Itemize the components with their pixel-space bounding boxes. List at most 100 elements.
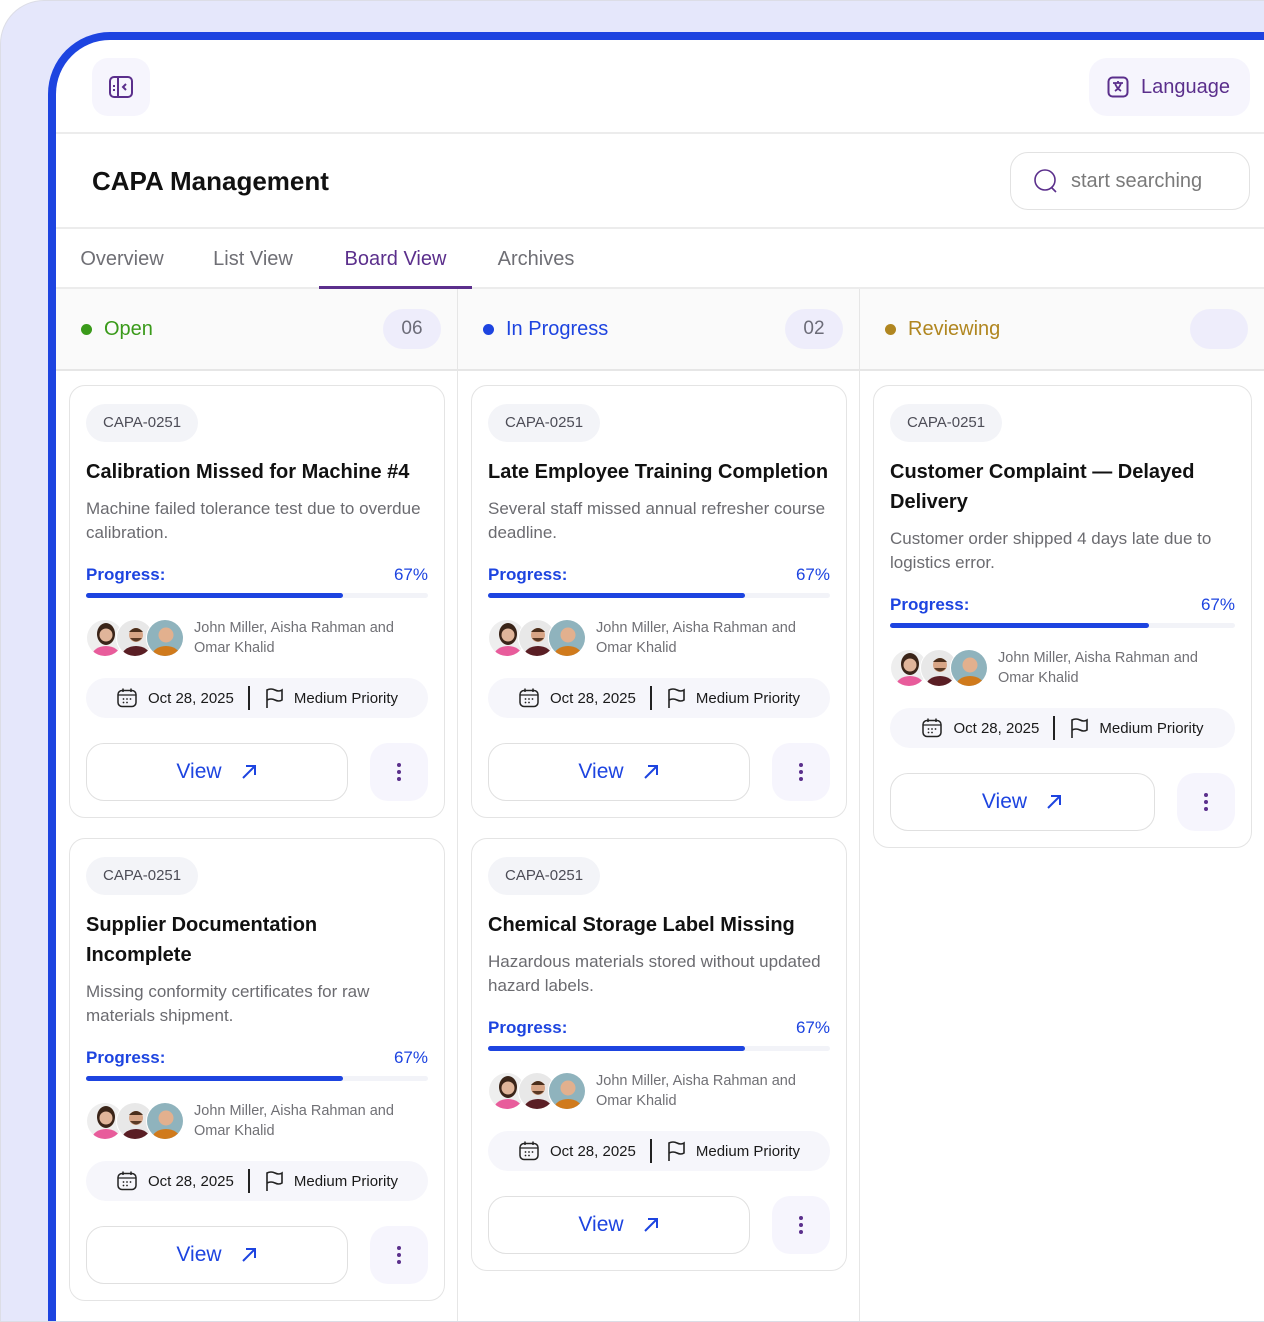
card-description: Several staff missed annual refresher co…: [488, 497, 830, 545]
capa-id-badge: CAPA-0251: [488, 404, 600, 442]
priority-label: Medium Priority: [294, 690, 398, 707]
sidebar-toggle-icon: [108, 75, 134, 99]
arrow-up-right-icon: [642, 763, 660, 781]
arrow-up-right-icon: [1045, 793, 1063, 811]
capa-card[interactable]: CAPA-0251 Customer Complaint — Delayed D…: [873, 385, 1252, 848]
capa-id-badge: CAPA-0251: [86, 404, 198, 442]
divider: [248, 686, 250, 710]
view-label: View: [982, 790, 1027, 814]
tab-archives[interactable]: Archives: [491, 229, 581, 289]
view-label: View: [176, 760, 221, 784]
view-button[interactable]: View: [488, 1196, 750, 1254]
progress-percent: 67%: [1201, 593, 1235, 617]
column-count-badge: 02: [785, 309, 843, 349]
avatar-group: [488, 1072, 596, 1110]
card-description: Missing conformity certificates for raw …: [86, 980, 428, 1028]
avatar: [548, 619, 586, 657]
more-options-button[interactable]: [1177, 773, 1235, 831]
progress-bar: [488, 1046, 830, 1051]
capa-card[interactable]: CAPA-0251 Calibration Missed for Machine…: [69, 385, 445, 818]
flag-icon: [264, 1170, 284, 1192]
tab-board-view[interactable]: Board View: [319, 229, 472, 289]
more-vertical-icon: [396, 762, 402, 782]
capa-card[interactable]: CAPA-0251 Supplier Documentation Incompl…: [69, 838, 445, 1301]
view-button[interactable]: View: [86, 1226, 348, 1284]
divider: [650, 1139, 652, 1163]
calendar-icon: [518, 687, 540, 709]
divider: [1053, 716, 1055, 740]
page-title: CAPA Management: [92, 166, 329, 197]
progress-row: Progress:67%: [488, 563, 830, 587]
search-input[interactable]: [1071, 170, 1231, 193]
progress-fill: [890, 623, 1149, 628]
progress-row: Progress: 67%: [488, 1016, 830, 1040]
due-date: Oct 28, 2025: [148, 690, 234, 707]
assignees: John Miller, Aisha Rahman and Omar Khali…: [86, 1101, 428, 1141]
avatar-group: [86, 1102, 194, 1140]
progress-label: Progress:: [488, 563, 567, 587]
card-meta: Oct 28, 2025 Medium Priority: [488, 1131, 830, 1171]
flag-icon: [666, 1140, 686, 1162]
divider: [650, 686, 652, 710]
capa-card[interactable]: CAPA-0251 Late Employee Training Complet…: [471, 385, 847, 818]
more-options-button[interactable]: [772, 743, 830, 801]
view-button[interactable]: View: [890, 773, 1155, 831]
language-label: Language: [1141, 76, 1230, 99]
tab-overview[interactable]: Overview: [77, 229, 167, 289]
capa-id-badge: CAPA-0251: [890, 404, 1002, 442]
language-button[interactable]: Language: [1089, 58, 1250, 116]
more-vertical-icon: [798, 762, 804, 782]
progress-percent: 67%: [796, 1016, 830, 1040]
avatar: [950, 649, 988, 687]
progress-percent: 67%: [394, 1046, 428, 1070]
progress-bar: [86, 1076, 428, 1081]
column-header: Reviewing: [860, 289, 1264, 371]
more-options-button[interactable]: [370, 1226, 428, 1284]
flag-icon: [666, 687, 686, 709]
search-box[interactable]: [1010, 152, 1250, 210]
more-options-button[interactable]: [772, 1196, 830, 1254]
card-list: CAPA-0251 Calibration Missed for Machine…: [56, 371, 457, 1301]
view-label: View: [176, 1243, 221, 1267]
capa-card[interactable]: CAPA-0251 Chemical Storage Label Missing…: [471, 838, 847, 1271]
column-title: Reviewing: [908, 318, 1000, 341]
flag-icon: [264, 687, 284, 709]
assignees: John Miller, Aisha Rahman and Omar Khali…: [86, 618, 428, 658]
progress-bar: [86, 593, 428, 598]
view-button[interactable]: View: [86, 743, 348, 801]
sidebar-toggle-button[interactable]: [92, 58, 150, 116]
board-column: In Progress 02 CAPA-0251 Late Employee T…: [458, 289, 860, 1321]
card-description: Customer order shipped 4 days late due t…: [890, 527, 1235, 575]
card-meta: Oct 28, 2025 Medium Priority: [488, 678, 830, 718]
tab-list-view[interactable]: List View: [208, 229, 298, 289]
top-bar: Language: [56, 40, 1264, 134]
view-label: View: [578, 760, 623, 784]
card-actions: View: [890, 773, 1235, 831]
due-date: Oct 28, 2025: [550, 690, 636, 707]
capa-id-badge: CAPA-0251: [86, 857, 198, 895]
due-date: Oct 28, 2025: [148, 1173, 234, 1190]
avatar-group: [86, 619, 194, 657]
kanban-board: Open 06 CAPA-0251 Calibration Missed for…: [56, 289, 1264, 1321]
progress-row: Progress: 67%: [86, 1046, 428, 1070]
assignees: John Miller, Aisha Rahman and Omar Khali…: [488, 1071, 830, 1111]
progress-fill: [488, 1046, 745, 1051]
view-button[interactable]: View: [488, 743, 750, 801]
translate-icon: [1107, 76, 1129, 98]
progress-label: Progress:: [86, 1046, 165, 1070]
column-title: Open: [104, 318, 153, 341]
assignee-names: John Miller, Aisha Rahman and Omar Khali…: [596, 618, 830, 658]
progress-fill: [86, 1076, 343, 1081]
avatar: [146, 1102, 184, 1140]
background: Language CAPA Management Overview List V…: [0, 0, 1264, 1322]
calendar-icon: [518, 1140, 540, 1162]
column-count-badge: 06: [383, 309, 441, 349]
more-options-button[interactable]: [370, 743, 428, 801]
more-vertical-icon: [798, 1215, 804, 1235]
progress-label: Progress:: [488, 1016, 567, 1040]
column-header: Open 06: [56, 289, 457, 371]
calendar-icon: [116, 1170, 138, 1192]
card-list: CAPA-0251 Late Employee Training Complet…: [458, 371, 859, 1271]
card-title: Late Employee Training Completion: [488, 457, 830, 487]
search-icon: [1033, 168, 1059, 194]
